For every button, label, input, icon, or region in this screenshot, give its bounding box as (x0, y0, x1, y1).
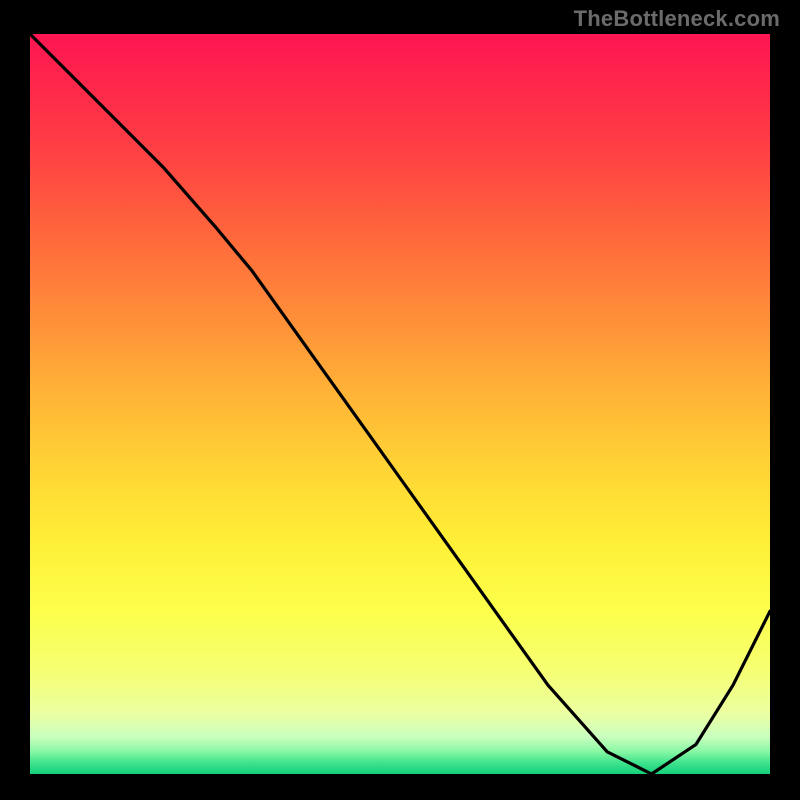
bottleneck-curve (30, 34, 770, 774)
curve-overlay (30, 34, 770, 774)
chart-frame: TheBottleneck.com (0, 0, 800, 800)
attribution-label: TheBottleneck.com (574, 6, 780, 32)
plot-area (30, 34, 770, 774)
